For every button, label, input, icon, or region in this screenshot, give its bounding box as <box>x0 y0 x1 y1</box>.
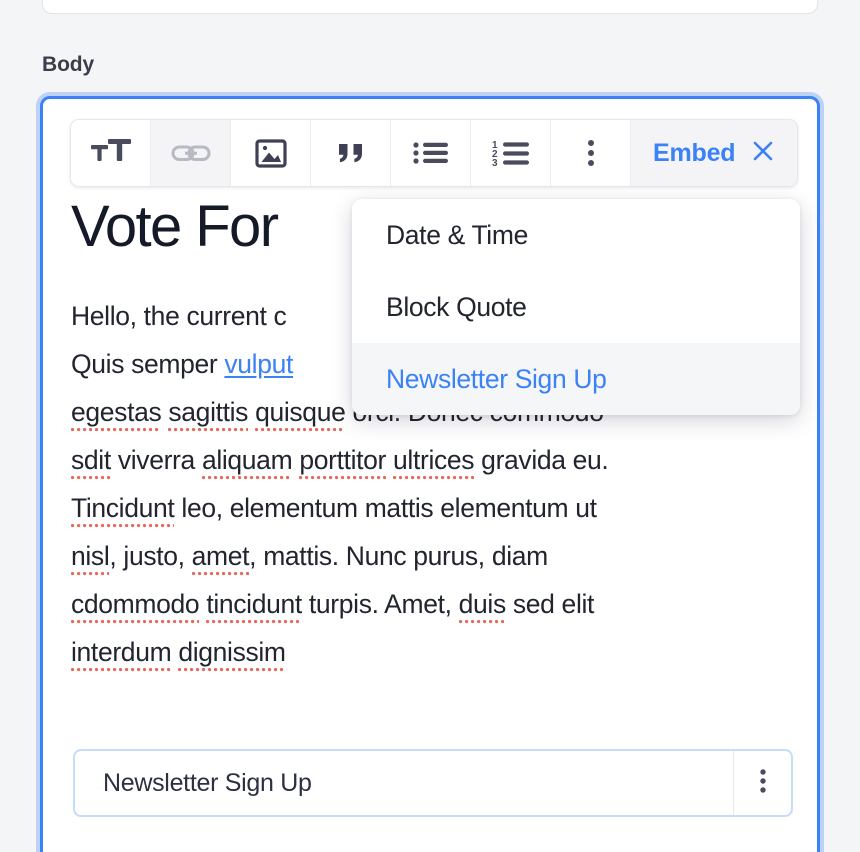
numbered-list-button[interactable]: 1 2 3 <box>471 120 551 186</box>
image-button[interactable] <box>231 120 311 186</box>
misspelled-word: quisque <box>255 396 346 434</box>
paragraph-text-6: leo, elementum mattis elementum ut <box>174 492 597 523</box>
paragraph-text-10: sed elit <box>505 588 595 619</box>
paragraph-text-8: , mattis. Nunc purus, diam <box>249 540 548 571</box>
bulleted-list-button[interactable] <box>391 120 471 186</box>
section-label-body: Body <box>42 53 95 76</box>
paragraph-text-5: gravida eu. <box>474 444 609 475</box>
misspelled-word: nisl <box>71 540 110 578</box>
misspelled-word: Tincidunt <box>71 492 175 530</box>
more-options-button[interactable] <box>551 120 631 186</box>
paragraph-text-4: viverra <box>110 444 202 475</box>
text-format-button[interactable] <box>71 120 151 186</box>
misspelled-word: dignissim <box>178 636 286 674</box>
editor-toolbar: 1 2 3 Embed <box>70 119 799 187</box>
embed-type-dropdown: Date & Time Block Quote Newsletter Sign … <box>352 199 800 415</box>
embedded-block[interactable]: Newsletter Sign Up <box>73 749 793 817</box>
block-quote-icon <box>332 136 370 170</box>
paragraph-text-7: , justo, <box>109 540 192 571</box>
misspelled-word: tincidunt <box>206 588 302 626</box>
misspelled-word: aliquam <box>201 444 293 482</box>
misspelled-word: interdum <box>71 636 172 674</box>
misspelled-word: egestas <box>71 396 162 434</box>
numbered-list-icon: 1 2 3 <box>490 136 532 170</box>
bulleted-list-icon <box>411 136 451 170</box>
block-quote-button[interactable] <box>311 120 391 186</box>
dropdown-item-block-quote[interactable]: Block Quote <box>352 271 800 343</box>
misspelled-word: amet <box>191 540 250 578</box>
embed-button-label: Embed <box>653 138 736 167</box>
link-button[interactable] <box>151 120 231 186</box>
more-options-icon <box>756 766 770 801</box>
embedded-block-label: Newsletter Sign Up <box>103 768 312 797</box>
misspelled-word: ultrices <box>393 444 475 482</box>
image-icon <box>252 136 290 170</box>
inline-link[interactable]: vulput <box>224 349 293 379</box>
text-format-icon <box>90 136 132 170</box>
close-icon[interactable] <box>751 139 775 168</box>
more-options-icon <box>583 136 599 170</box>
dropdown-item-date-time[interactable]: Date & Time <box>352 199 800 271</box>
embedded-block-menu-button[interactable] <box>733 751 791 815</box>
svg-text:3: 3 <box>492 158 498 169</box>
dropdown-item-newsletter-sign-up[interactable]: Newsletter Sign Up <box>352 343 800 415</box>
misspelled-word: porttitor <box>299 444 386 482</box>
paragraph-text-9: turpis. Amet, <box>301 588 459 619</box>
misspelled-word: cdommodo <box>71 588 200 626</box>
misspelled-word: sagittis <box>168 396 248 434</box>
paragraph-text-1: Hello, the current c <box>71 300 287 331</box>
link-icon <box>170 136 212 170</box>
paragraph-text-2: Quis semper <box>71 348 225 379</box>
misspelled-word: duis <box>458 588 506 626</box>
previous-section-card <box>42 0 818 14</box>
misspelled-word: sdit <box>71 444 111 482</box>
embed-button[interactable]: Embed <box>631 120 798 186</box>
